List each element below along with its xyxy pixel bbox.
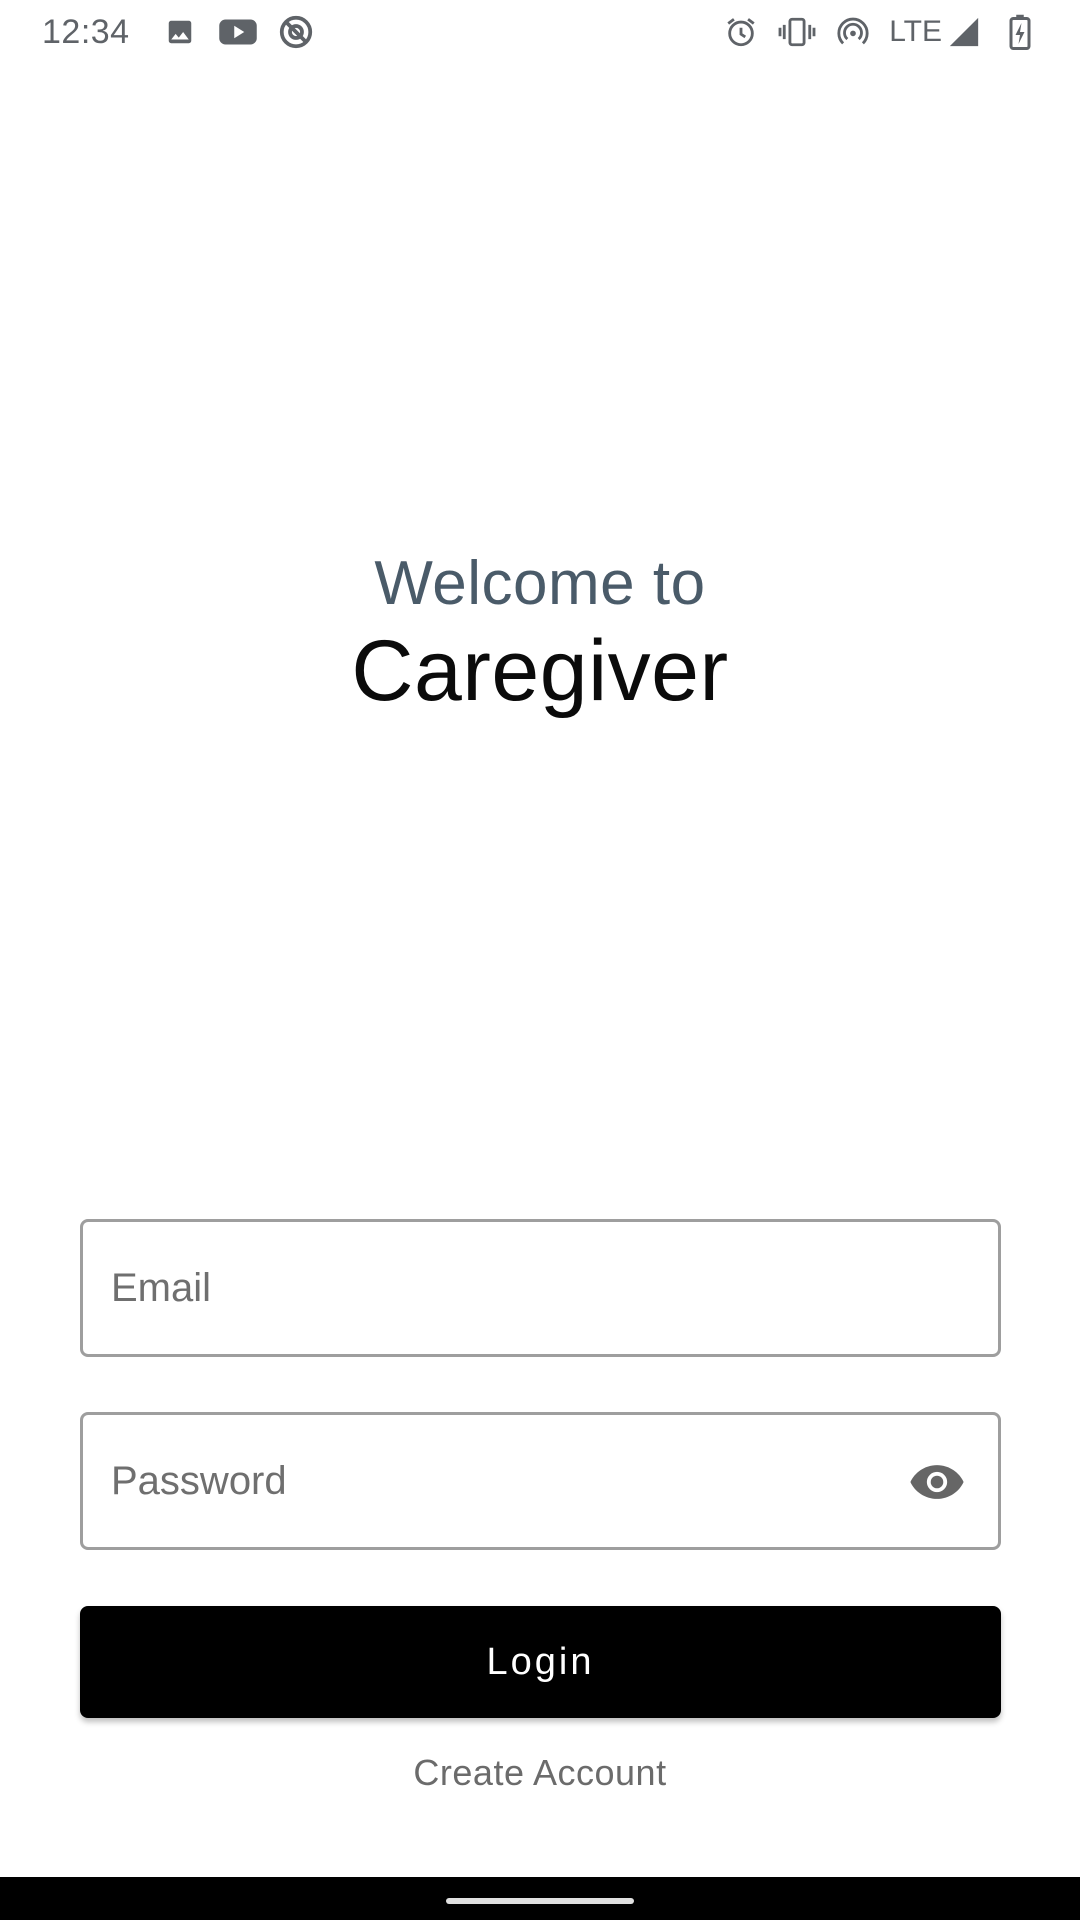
password-field[interactable] (80, 1412, 1001, 1550)
image-icon (160, 12, 200, 52)
app-name-title: Caregiver (351, 623, 729, 719)
create-account-link[interactable]: Create Account (0, 1752, 1080, 1794)
status-right: LTE (721, 12, 1040, 52)
vibrate-icon (777, 12, 817, 52)
password-input[interactable] (111, 1415, 891, 1547)
signal-icon (944, 12, 984, 52)
no-disturb-icon (276, 12, 316, 52)
navigation-bar (0, 1877, 1080, 1920)
welcome-text: Welcome to (374, 549, 706, 618)
login-button[interactable]: Login (80, 1606, 1001, 1718)
login-screen: 12:34 LTE Welcome to Caregiver Email Log… (0, 0, 1080, 1920)
home-gesture-handle[interactable] (446, 1898, 634, 1904)
eye-icon[interactable] (906, 1451, 968, 1513)
email-field[interactable] (80, 1219, 1001, 1357)
youtube-icon (218, 12, 258, 52)
network-type-label: LTE (889, 15, 942, 48)
email-input[interactable] (111, 1222, 891, 1354)
status-bar: 12:34 LTE (0, 0, 1080, 64)
hotspot-icon (833, 12, 873, 52)
status-time: 12:34 (42, 12, 130, 51)
status-left: 12:34 (42, 12, 334, 52)
battery-charging-icon (1000, 12, 1040, 52)
alarm-icon (721, 12, 761, 52)
